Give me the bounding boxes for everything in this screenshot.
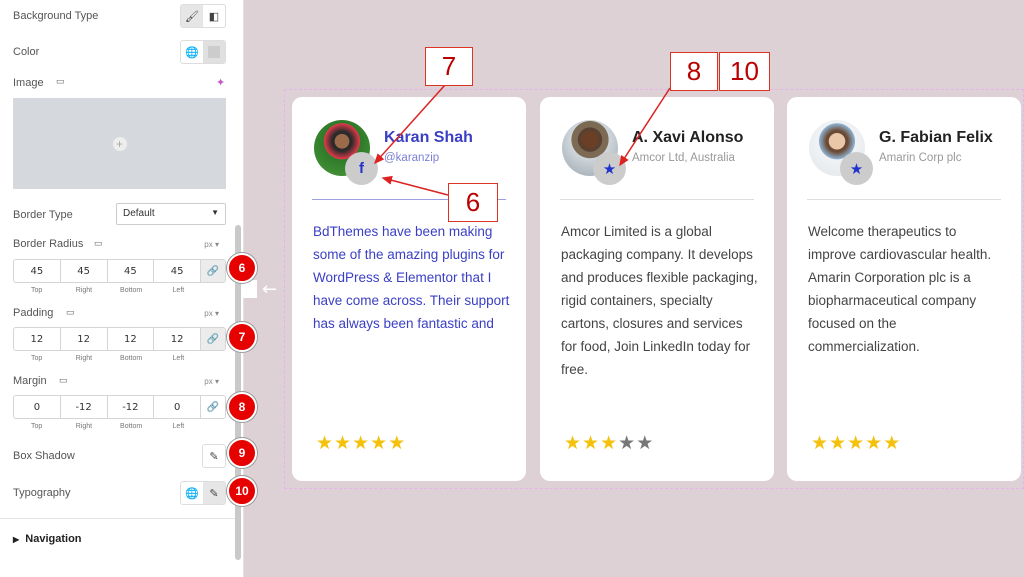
arrow-to-icon-background [381,175,449,196]
arrow-to-facebook-icon [373,84,446,165]
annotation-arrows [373,84,671,196]
annotation-box-7: 7 [425,47,473,86]
annotation-box-6: 6 [448,183,498,222]
annotation-box-10: 10 [719,52,770,91]
annotation-box-8: 8 [670,52,718,91]
arrow-to-star-icon [619,87,671,167]
